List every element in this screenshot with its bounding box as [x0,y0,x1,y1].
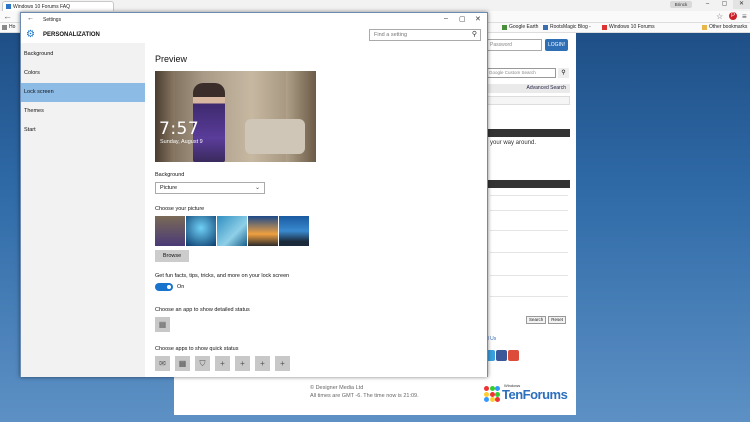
calendar-icon[interactable]: ▦ [155,317,170,332]
sidebar-item-start[interactable]: Start [21,121,145,140]
bookmark-item[interactable]: Google Earth [502,24,538,30]
add-app-button[interactable]: + [275,356,290,371]
back-arrow-icon[interactable]: ← [27,15,34,22]
preview-heading: Preview [155,54,188,64]
close-icon[interactable]: ✕ [733,0,750,9]
browser-tab-bar: Windows 10 Forums FAQ Brinck – ▢ ✕ [0,0,750,11]
login-area: Password LOGIN! [486,39,568,51]
window-title: Settings [43,17,62,23]
calendar-icon[interactable]: ▦ [175,356,190,371]
add-app-button[interactable]: + [215,356,230,371]
forum-reset-button[interactable]: Reset [548,316,567,324]
add-app-button[interactable]: + [235,356,250,371]
shield-icon[interactable]: ⛉ [195,356,210,371]
google-search-input[interactable]: Google Custom Search [486,68,556,78]
lock-screen-preview: 7:57 Sunday, August 9 [155,71,316,162]
globe-icon [502,24,507,30]
background-dropdown[interactable]: Picture ⌄ [155,182,265,194]
browse-button[interactable]: Browse [155,250,189,262]
background-label: Background [155,172,185,178]
sidebar-item-background[interactable]: Background [21,45,145,64]
picture-thumbnails [155,216,309,246]
password-field[interactable]: Password [486,39,542,51]
browser-menu-icon[interactable]: ≡ [742,12,747,21]
settings-titlebar: ← Settings – ▢ ✕ [21,13,487,27]
sidebar-item-themes[interactable]: Themes [21,102,145,121]
picture-thumbnail[interactable] [155,216,185,246]
forum-section-bar [486,129,570,137]
google-plus-icon[interactable] [508,350,519,361]
picture-thumbnail[interactable] [217,216,247,246]
quick-status-apps: ✉ ▦ ⛉ + + + + [155,356,290,371]
tenforums-logo[interactable]: Windows TenForums [484,383,568,407]
tab-favicon-icon [6,4,11,9]
tab-title: Windows 10 Forums FAQ [13,3,70,10]
fun-facts-label: Get fun facts, tips, tricks, and more on… [155,273,290,279]
forgot-password-link[interactable]: password? [486,57,510,63]
blog-icon [543,24,548,30]
forum-search-button[interactable]: Search [526,316,547,324]
folder-icon [702,24,707,30]
pinterest-icon[interactable]: P [729,12,737,20]
preview-date: Sunday, August 9 [160,139,203,145]
choose-picture-label: Choose your picture [155,206,205,212]
mail-icon[interactable]: ✉ [155,356,170,371]
forum-text: your way around. [490,140,537,146]
toggle-state-label: On [177,284,185,290]
section-title: PERSONALIZATION [43,32,100,38]
sidebar-item-colors[interactable]: Colors [21,64,145,83]
maximize-icon[interactable]: ▢ [716,0,733,9]
find-setting-input[interactable]: Find a setting ⚲ [369,29,481,41]
browser-window-controls: – ▢ ✕ [699,0,750,9]
advanced-search-link[interactable]: Advanced Search [486,84,570,93]
maximize-icon[interactable]: ▢ [459,15,466,23]
search-reset-group: Search Reset [526,316,567,324]
settings-sidebar: Background Colors Lock screen Themes Sta… [21,43,145,377]
gear-icon: ⚙ [26,29,35,40]
forum-footer: © Designer Media Ltd All times are GMT -… [310,385,419,399]
bookmark-star-icon[interactable]: ☆ [716,12,723,21]
windows-icon [602,24,607,30]
profile-badge[interactable]: Brinck [670,1,692,8]
chevron-down-icon: ⌄ [254,185,260,191]
picture-thumbnail[interactable] [186,216,216,246]
minimize-icon[interactable]: – [444,15,448,22]
fun-facts-toggle[interactable] [155,283,173,291]
settings-window: ← Settings – ▢ ✕ ⚙ PERSONALIZATION Find … [20,12,488,377]
picture-thumbnail[interactable] [248,216,278,246]
windows-logo-icon [484,386,500,402]
bookmark-item[interactable]: Windows 10 Forums [602,24,655,30]
sidebar-item-lock-screen[interactable]: Lock screen [21,83,145,102]
picture-thumbnail[interactable] [279,216,309,246]
quick-status-label: Choose apps to show quick status [155,346,239,352]
login-button[interactable]: LOGIN! [545,39,568,51]
minimize-icon[interactable]: – [699,0,716,9]
browser-tab[interactable]: Windows 10 Forums FAQ [2,1,114,11]
search-icon[interactable]: ⚲ [558,68,569,78]
forum-row [486,96,570,105]
close-icon[interactable]: ✕ [475,15,481,23]
bookmark-icon [2,24,7,30]
detailed-status-label: Choose an app to show detailed status [155,307,250,313]
forum-section-bar [486,180,570,188]
remember-me-checkbox[interactable]: ☑ Remember Me? [532,57,574,63]
facebook-icon[interactable] [496,350,507,361]
add-app-button[interactable]: + [255,356,270,371]
bookmark-item[interactable]: Other bookmarks [702,24,747,30]
search-icon: ⚲ [471,31,477,38]
lock-screen-content: Preview 7:57 Sunday, August 9 Background… [145,43,487,377]
bookmark-item[interactable]: RootsMagic Blog - [543,24,591,30]
preview-time: 7:57 [159,119,200,139]
back-arrow-icon[interactable]: ← [3,11,12,21]
bookmark-item[interactable]: Ho [2,24,15,30]
